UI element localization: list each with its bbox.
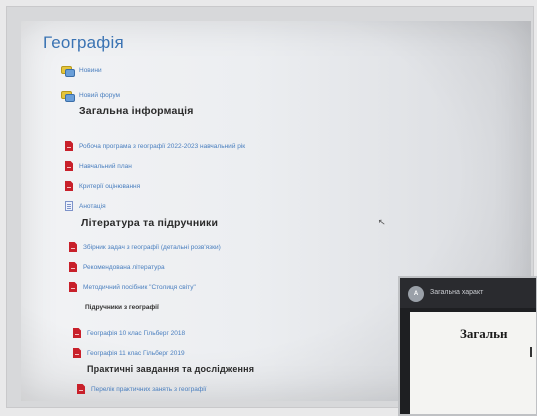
pdf-file-icon [65, 141, 73, 151]
page-icon [65, 201, 73, 211]
pdf-file-icon [69, 242, 77, 252]
video-thumbnail[interactable]: A Загальна характ Загальн [398, 276, 537, 416]
new-forum-link[interactable]: Новий форум [79, 92, 120, 99]
activity-item[interactable]: Географія 10 клас Гільберг 2018 [73, 328, 185, 338]
video-title[interactable]: Загальна характ [430, 289, 483, 296]
activity-link[interactable]: Рекомендована література [83, 264, 165, 271]
activity-link[interactable]: Перелік практичних занять з географії [91, 386, 206, 393]
new-forum-item[interactable]: Новий форум [61, 91, 120, 102]
activity-link[interactable]: Методичний посібник "Столиця світу" [83, 284, 196, 291]
activity-item[interactable]: Географія 11 клас Гільберг 2019 [73, 348, 185, 358]
activity-item[interactable]: Методичний посібник "Столиця світу" [69, 282, 196, 292]
pdf-file-icon [69, 262, 77, 272]
section-heading-literature: Література та підручники [81, 217, 219, 229]
mouse-cursor-icon: ↖ [377, 216, 387, 228]
activity-item[interactable]: Рекомендована література [69, 262, 165, 272]
news-link[interactable]: Новини [79, 67, 102, 74]
pdf-file-icon [77, 384, 85, 394]
activity-link[interactable]: Географія 11 клас Гільберг 2019 [87, 350, 185, 357]
pdf-file-icon [69, 282, 77, 292]
activity-link[interactable]: Збірник задач з географії (детальні розв… [83, 244, 221, 251]
activity-link[interactable]: Географія 10 клас Гільберг 2018 [87, 330, 185, 337]
channel-logo: A [408, 286, 424, 302]
activity-item[interactable]: Перелік практичних занять з географії [77, 384, 206, 394]
activity-item[interactable]: Критерії оцінювання [65, 181, 140, 191]
activity-link[interactable]: Робоча програма з географії 2022-2023 на… [79, 143, 245, 150]
activity-link[interactable]: Навчальний план [79, 163, 132, 170]
news-item[interactable]: Новини [61, 66, 102, 77]
activity-item[interactable]: Збірник задач з географії (детальні розв… [69, 242, 221, 252]
activity-link[interactable]: Анотація [79, 203, 106, 210]
pdf-file-icon [73, 348, 81, 358]
activity-item[interactable]: Робоча програма з географії 2022-2023 на… [65, 141, 245, 151]
video-slide-title: Загальн [460, 326, 508, 341]
pdf-file-icon [65, 161, 73, 171]
video-header: A Загальна характ [400, 278, 536, 308]
activity-link[interactable]: Критерії оцінювання [79, 183, 140, 190]
textbooks-subheading: Підручники з географії [85, 304, 159, 311]
activity-item[interactable]: Навчальний план [65, 161, 132, 171]
forum-icon [61, 66, 75, 77]
section-heading-general: Загальна інформація [79, 105, 194, 117]
activity-item[interactable]: Анотація [65, 201, 106, 211]
pdf-file-icon [73, 328, 81, 338]
course-title[interactable]: Географія [43, 33, 124, 53]
pdf-file-icon [65, 181, 73, 191]
section-heading-practical: Практичні завдання та дослідження [87, 364, 255, 374]
forum-icon [61, 91, 75, 102]
video-slide: Загальн [410, 312, 536, 414]
